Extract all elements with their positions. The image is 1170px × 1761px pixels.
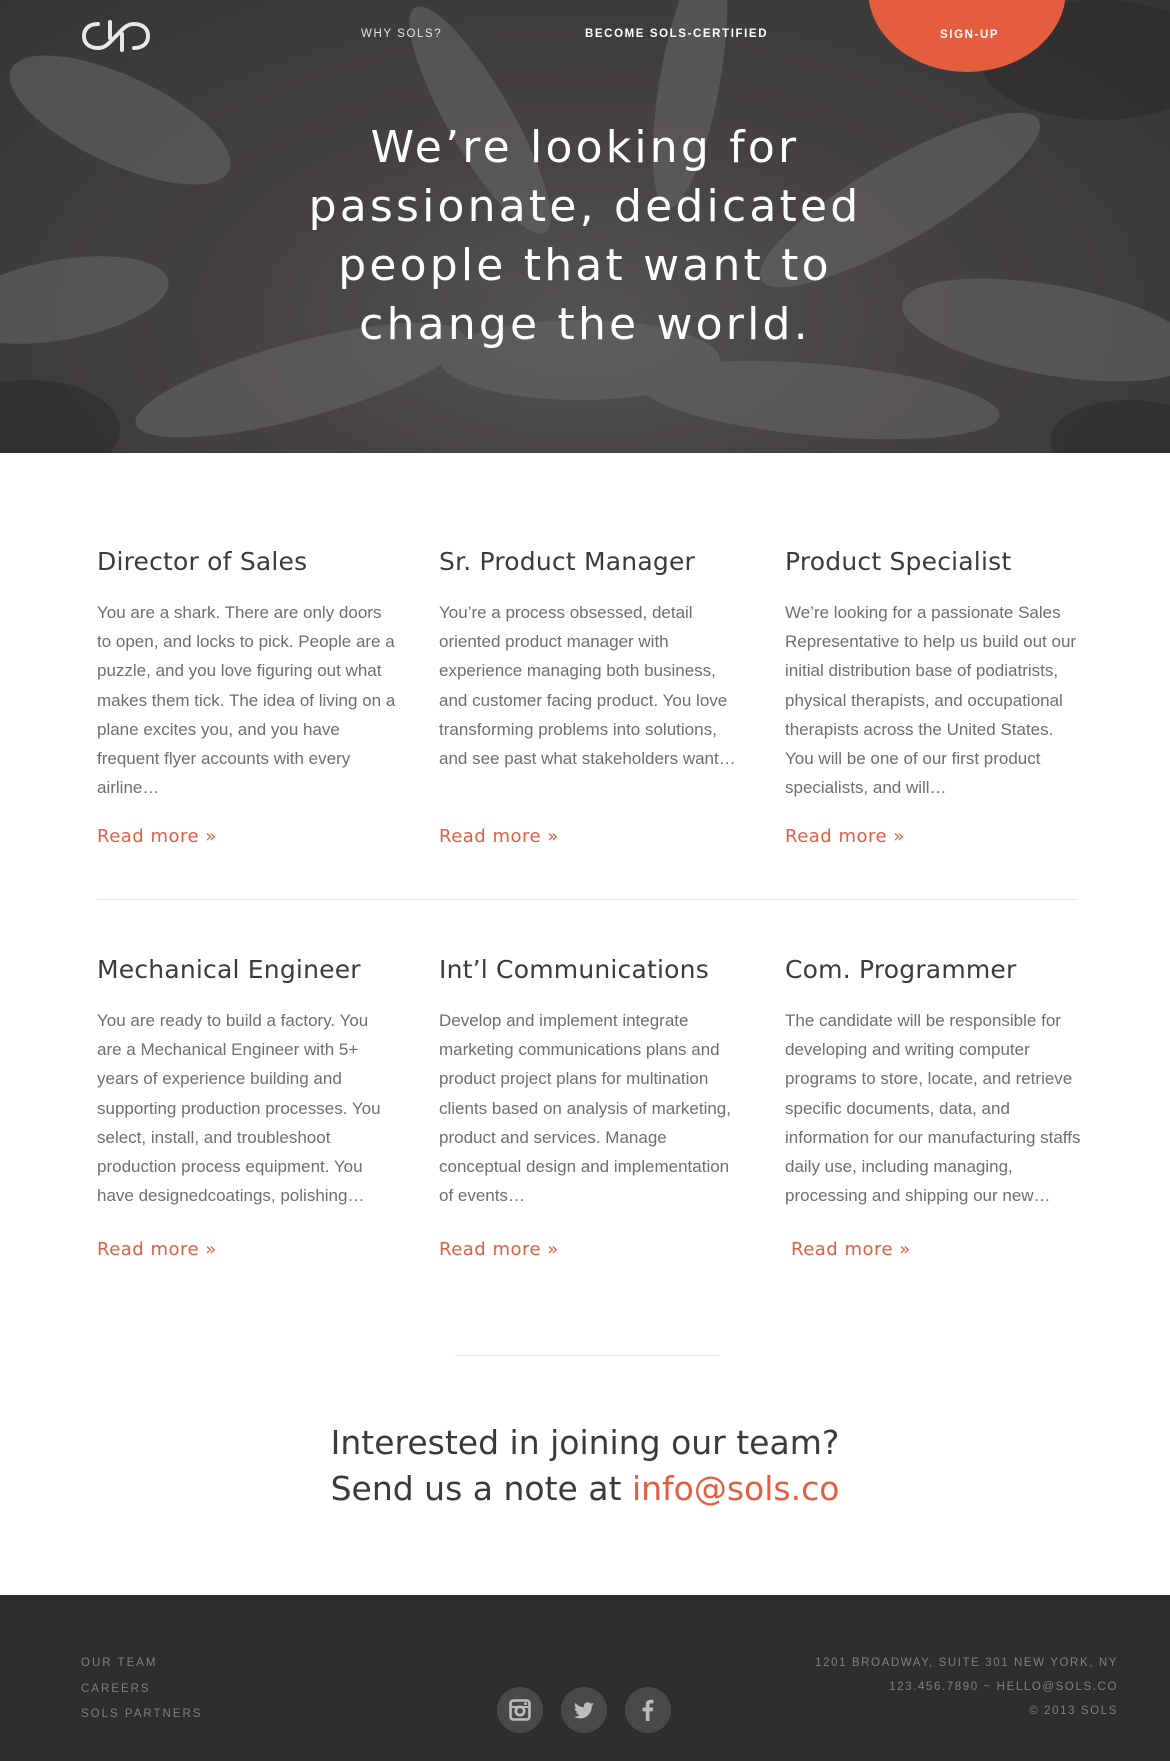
job-card: Int’l Communications Develop and impleme… <box>439 955 739 1260</box>
signup-button[interactable]: SIGN-UP <box>940 29 999 41</box>
job-description: You are ready to build a factory. You ar… <box>97 1011 381 1206</box>
footer-link-careers[interactable]: CAREERS <box>81 1677 202 1703</box>
instagram-button[interactable] <box>497 1687 543 1733</box>
job-title: Product Specialist <box>785 547 1012 576</box>
job-title: Director of Sales <box>97 547 308 576</box>
read-more-link[interactable]: Read more » <box>97 1239 217 1260</box>
footer: OUR TEAM CAREERS SOLS PARTNERS 1201 BROA… <box>0 1595 1170 1761</box>
read-more-link[interactable]: Read more » <box>439 826 559 847</box>
twitter-button[interactable] <box>561 1687 607 1733</box>
job-card: Com. Programmer The candidate will be re… <box>785 955 1085 1260</box>
job-title: Int’l Communications <box>439 955 709 984</box>
footer-address: 1201 BROADWAY, SUITE 301 NEW YORK, NY <box>815 1657 1118 1669</box>
job-card: Mechanical Engineer You are ready to bui… <box>97 955 397 1260</box>
job-description: You’re a process obsessed, detail orient… <box>439 603 736 769</box>
nav-why-sols[interactable]: WHY SOLS? <box>361 28 442 40</box>
hero-title: We’re looking for passionate, dedicated … <box>308 122 862 350</box>
read-more-link[interactable]: Read more » <box>791 1239 911 1260</box>
job-description: You are a shark. There are only doors to… <box>97 603 396 798</box>
facebook-button[interactable] <box>625 1687 671 1733</box>
cta-section: Interested in joining our team? Send us … <box>200 1420 970 1512</box>
facebook-icon <box>642 1699 654 1721</box>
job-card: Product Specialist We’re looking for a p… <box>785 547 1085 847</box>
footer-contact-info: 1201 BROADWAY, SUITE 301 NEW YORK, NY 12… <box>815 1651 1118 1723</box>
twitter-icon <box>573 1702 594 1719</box>
section-divider <box>455 1355 719 1356</box>
footer-nav: OUR TEAM CAREERS SOLS PARTNERS <box>81 1651 202 1728</box>
contact-email-link[interactable]: info@sols.co <box>632 1469 839 1508</box>
footer-phone-email[interactable]: 123.456.7890 ~ HELLO@SOLS.CO <box>815 1675 1118 1699</box>
section-divider <box>97 899 1077 900</box>
hero-section: WHY SOLS? BECOME SOLS-CERTIFIED SIGN-UP … <box>0 0 1170 453</box>
footer-link-our-team[interactable]: OUR TEAM <box>81 1651 202 1677</box>
job-description: The candidate will be responsible for de… <box>785 1011 1081 1206</box>
nav-become-certified[interactable]: BECOME SOLS-CERTIFIED <box>585 28 768 40</box>
read-more-link[interactable]: Read more » <box>439 1239 559 1260</box>
sols-logo-icon[interactable] <box>80 18 152 54</box>
footer-link-sols-partners[interactable]: SOLS PARTNERS <box>81 1702 202 1728</box>
job-title: Com. Programmer <box>785 955 1017 984</box>
job-description: Develop and implement integrate marketin… <box>439 1011 731 1206</box>
instagram-icon <box>509 1699 531 1721</box>
job-card: Sr. Product Manager You’re a process obs… <box>439 547 739 847</box>
job-title: Mechanical Engineer <box>97 955 361 984</box>
footer-copyright: © 2013 SOLS <box>1029 1705 1118 1717</box>
job-title: Sr. Product Manager <box>439 547 695 576</box>
job-description: We’re looking for a passionate Sales Rep… <box>785 603 1077 798</box>
job-card: Director of Sales You are a shark. There… <box>97 547 397 847</box>
cta-note-line: Send us a note at info@sols.co <box>200 1466 970 1512</box>
cta-headline: Interested in joining our team? <box>330 1423 840 1462</box>
read-more-link[interactable]: Read more » <box>785 826 905 847</box>
cta-note-prefix: Send us a note at <box>330 1469 632 1508</box>
read-more-link[interactable]: Read more » <box>97 826 217 847</box>
